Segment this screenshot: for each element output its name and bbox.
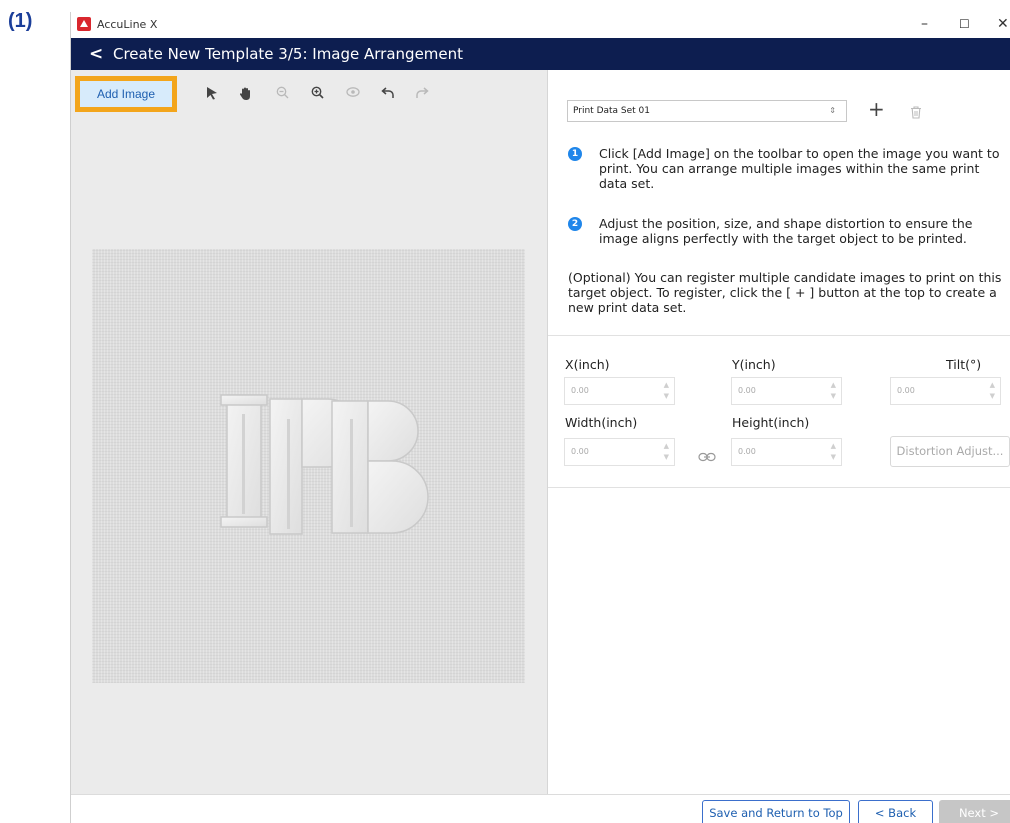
stepper-arrows-icon[interactable]: ▲ ▼: [831, 380, 836, 402]
stepper-arrows-icon[interactable]: ▲ ▼: [990, 380, 995, 402]
add-image-label: Add Image: [80, 81, 172, 107]
next-button[interactable]: Next >: [939, 800, 1010, 823]
properties-panel: Print Data Set 01 ⇕ + 1 Click [Add Image…: [548, 70, 1010, 794]
app-title: AccuLine X: [97, 18, 158, 31]
step-number-badge: 1: [568, 147, 582, 161]
step-number-badge: 2: [568, 217, 582, 231]
minimize-button[interactable]: –: [921, 14, 928, 34]
tilt-input[interactable]: 0.00 ▲ ▼: [890, 377, 1001, 405]
add-image-button[interactable]: Add Image: [75, 76, 177, 112]
x-label: X(inch): [565, 357, 610, 372]
canvas-panel: Add Image: [71, 70, 547, 794]
app-window: AccuLine X – ☐ ✕ < Create New Template 3…: [70, 12, 1010, 823]
instruction-step-1: 1 Click [Add Image] on the toolbar to op…: [568, 146, 1008, 191]
height-label: Height(inch): [732, 415, 810, 430]
delete-trash-icon[interactable]: [910, 104, 922, 123]
step-2-text: Adjust the position, size, and shape dis…: [599, 216, 973, 246]
height-input[interactable]: 0.00 ▲ ▼: [731, 438, 842, 466]
figure-label: (1): [8, 10, 33, 32]
select-arrows-icon: ⇕: [829, 106, 836, 115]
y-value: 0.00: [738, 386, 756, 395]
stepper-arrows-icon[interactable]: ▲ ▼: [831, 441, 836, 463]
redo-icon[interactable]: [415, 86, 429, 103]
chevron-left-icon[interactable]: <: [89, 44, 103, 64]
close-button[interactable]: ✕: [997, 14, 1009, 34]
x-input[interactable]: 0.00 ▲ ▼: [564, 377, 675, 405]
x-value: 0.00: [571, 386, 589, 395]
maximize-button[interactable]: ☐: [959, 14, 970, 34]
page-title: Create New Template 3/5: Image Arrangeme…: [113, 45, 464, 63]
zoom-in-icon[interactable]: [311, 86, 324, 103]
y-input[interactable]: 0.00 ▲ ▼: [731, 377, 842, 405]
y-label: Y(inch): [732, 357, 776, 372]
title-bar: AccuLine X – ☐ ✕: [71, 12, 1010, 38]
page-header: < Create New Template 3/5: Image Arrange…: [71, 38, 1010, 70]
link-aspect-icon[interactable]: [698, 447, 716, 466]
app-logo-icon: [77, 17, 91, 31]
tilt-value: 0.00: [897, 386, 915, 395]
zoom-out-icon[interactable]: [276, 86, 289, 103]
print-target-image[interactable]: [92, 249, 525, 683]
width-label: Width(inch): [565, 415, 638, 430]
undo-icon[interactable]: [381, 86, 395, 103]
step-1-text: Click [Add Image] on the toolbar to open…: [599, 146, 1000, 191]
stepper-arrows-icon[interactable]: ▲ ▼: [664, 441, 669, 463]
separator: [548, 335, 1010, 336]
distortion-adjust-button[interactable]: Distortion Adjust...: [890, 436, 1010, 467]
width-input[interactable]: 0.00 ▲ ▼: [564, 438, 675, 466]
preview-eye-icon[interactable]: [346, 86, 360, 102]
tilt-label: Tilt(°): [946, 357, 982, 372]
back-button[interactable]: < Back: [858, 800, 933, 823]
height-value: 0.00: [738, 447, 756, 456]
footer-bar: Save and Return to Top < Back Next >: [71, 794, 1010, 823]
print-data-set-select[interactable]: Print Data Set 01 ⇕: [567, 100, 847, 122]
separator: [548, 487, 1010, 488]
instruction-step-2: 2 Adjust the position, size, and shape d…: [568, 216, 1008, 246]
add-print-data-set-button[interactable]: +: [868, 98, 885, 120]
stepper-arrows-icon[interactable]: ▲ ▼: [664, 380, 669, 402]
select-arrow-icon[interactable]: [205, 86, 219, 104]
save-and-return-button[interactable]: Save and Return to Top: [702, 800, 850, 823]
embroidered-logo-graphic: [220, 394, 429, 535]
canvas-toolbar: Add Image: [71, 70, 547, 122]
print-data-set-value: Print Data Set 01: [573, 106, 651, 116]
width-value: 0.00: [571, 447, 589, 456]
optional-note: (Optional) You can register multiple can…: [568, 270, 1002, 315]
hand-pan-icon[interactable]: [239, 86, 253, 105]
